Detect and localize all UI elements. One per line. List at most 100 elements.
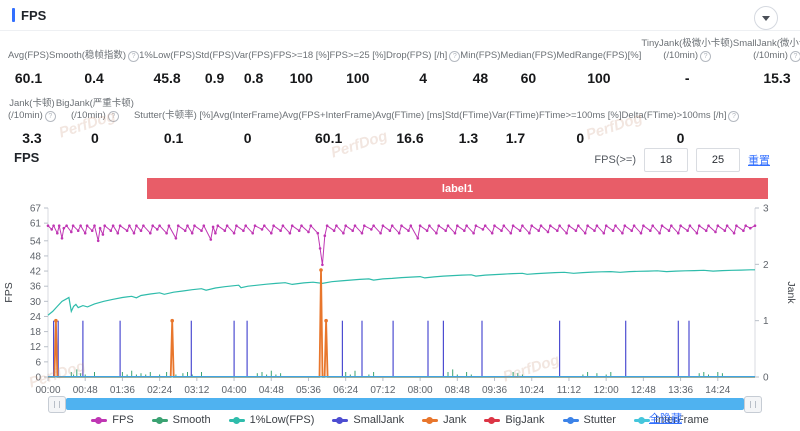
stat-smooth: Smooth(稳帧指数)? 0.4 bbox=[49, 36, 139, 86]
stat-label: 1%Low(FPS) bbox=[139, 50, 195, 62]
stat-medrange-fps: MedRange(FPS)[%] 100 bbox=[556, 36, 641, 86]
stat-bigjank: BigJank(严重卡顿) (/10min)? 0 bbox=[56, 96, 134, 146]
help-icon[interactable]: ? bbox=[108, 111, 119, 122]
stat-sub: (/10min) bbox=[71, 110, 106, 122]
stat-label: SmallJank(微小卡顿) bbox=[733, 38, 800, 50]
fps-threshold-input-1[interactable] bbox=[644, 148, 688, 172]
svg-text:61: 61 bbox=[30, 219, 42, 230]
legend-swatch bbox=[422, 419, 438, 422]
legend-swatch bbox=[484, 419, 500, 422]
stat-drop-fps: Drop(FPS) [/h]? 4 bbox=[386, 36, 460, 86]
hide-all-link[interactable]: 全隐藏 bbox=[649, 410, 682, 426]
stat-label: Var(FPS) bbox=[234, 50, 273, 62]
legend-item-jank[interactable]: Jank bbox=[422, 414, 466, 426]
stat-avg-ftime: Avg(FTime) [ms] 16.6 bbox=[375, 96, 445, 146]
legend-item-stutter[interactable]: Stutter bbox=[563, 414, 616, 426]
stat-label: Std(FPS) bbox=[195, 50, 234, 62]
stat-label: FPS>=25 [%] bbox=[330, 50, 387, 62]
legend-label: BigJank bbox=[505, 414, 544, 426]
stat-value: 0 bbox=[244, 130, 252, 146]
help-icon[interactable]: ? bbox=[45, 111, 56, 122]
stat-label: Avg(InterFrame) bbox=[213, 110, 282, 122]
stat-value: 0.4 bbox=[84, 70, 103, 86]
panel-header: FPS bbox=[0, 0, 800, 30]
svg-text:1: 1 bbox=[763, 316, 769, 327]
legend-swatch bbox=[634, 419, 650, 422]
stat-var-fps: Var(FPS) 0.8 bbox=[234, 36, 273, 86]
stats-row-1: Avg(FPS) 60.1 Smooth(稳帧指数)? 0.4 1%Low(FP… bbox=[8, 36, 770, 86]
stat-value: 60.1 bbox=[315, 130, 342, 146]
svg-text:FPS: FPS bbox=[3, 282, 15, 302]
perfdog-fps-panel: FPS Avg(FPS) 60.1 Smooth(稳帧指数)? 0.4 1%Lo… bbox=[0, 0, 800, 431]
legend-item-1-low-fps-[interactable]: 1%Low(FPS) bbox=[229, 414, 315, 426]
stat-sub: (/10min) bbox=[663, 50, 698, 62]
svg-text:13:36: 13:36 bbox=[668, 385, 693, 396]
stat-var-ftime: Var(FTime) 1.7 bbox=[492, 96, 539, 146]
legend-item-bigjank[interactable]: BigJank bbox=[484, 414, 544, 426]
scrollbar-track[interactable] bbox=[66, 398, 744, 410]
stat-value: - bbox=[685, 70, 690, 86]
stat-jank: Jank(卡顿) (/10min)? 3.3 bbox=[8, 96, 56, 146]
svg-text:11:12: 11:12 bbox=[557, 385, 582, 396]
fps-threshold-input-2[interactable] bbox=[696, 148, 740, 172]
stat-avg-fps-interframe: Avg(FPS+InterFrame) 60.1 bbox=[282, 96, 375, 146]
stat-median-fps: Median(FPS) 60 bbox=[500, 36, 556, 86]
legend-item-fps[interactable]: FPS bbox=[91, 414, 133, 426]
reset-link[interactable]: 重置 bbox=[748, 152, 770, 168]
stat-value: 3.3 bbox=[22, 130, 41, 146]
panel-title: FPS bbox=[21, 8, 46, 23]
legend-swatch bbox=[152, 419, 168, 422]
help-icon[interactable]: ? bbox=[128, 51, 139, 62]
svg-text:06:24: 06:24 bbox=[333, 385, 358, 396]
stat-min-fps: Min(FPS) 48 bbox=[460, 36, 500, 86]
stat-value: 48 bbox=[473, 70, 489, 86]
stat-label: FPS>=18 [%] bbox=[273, 50, 330, 62]
legend-label: SmallJank bbox=[353, 414, 404, 426]
legend-swatch bbox=[332, 419, 348, 422]
svg-text:3: 3 bbox=[763, 204, 769, 215]
stat-label: MedRange(FPS)[%] bbox=[556, 50, 641, 62]
stat-label: Smooth(稳帧指数) bbox=[49, 50, 126, 62]
stat-label: Delta(FTime)>100ms [/h] bbox=[622, 110, 727, 122]
stats-row-2: Jank(卡顿) (/10min)? 3.3 BigJank(严重卡顿) (/1… bbox=[8, 96, 770, 146]
svg-text:0: 0 bbox=[35, 373, 41, 384]
stat-avg-interframe: Avg(InterFrame) 0 bbox=[213, 96, 282, 146]
legend-swatch bbox=[91, 419, 107, 422]
svg-text:03:12: 03:12 bbox=[184, 385, 209, 396]
chevron-down-icon bbox=[762, 16, 770, 21]
svg-text:12:48: 12:48 bbox=[631, 385, 656, 396]
legend-item-smooth[interactable]: Smooth bbox=[152, 414, 211, 426]
svg-text:48: 48 bbox=[30, 251, 42, 262]
legend-swatch bbox=[563, 419, 579, 422]
svg-text:12:00: 12:00 bbox=[594, 385, 619, 396]
svg-text:00:00: 00:00 bbox=[35, 385, 60, 396]
stat-label: Drop(FPS) [/h] bbox=[386, 50, 447, 62]
legend-label: FPS bbox=[112, 414, 133, 426]
svg-text:42: 42 bbox=[30, 267, 42, 278]
legend-label: Smooth bbox=[173, 414, 211, 426]
help-icon[interactable]: ? bbox=[728, 111, 739, 122]
stat-tinyjank: TinyJank(极微小卡顿) (/10min)? - bbox=[641, 36, 733, 86]
stat-label: Stutter(卡顿率) [%] bbox=[134, 110, 213, 122]
fps-threshold-label: FPS(>=) bbox=[594, 154, 636, 166]
legend-label: Jank bbox=[443, 414, 466, 426]
annotation-band[interactable]: label1 bbox=[147, 178, 768, 199]
stat-value: 1.3 bbox=[459, 130, 478, 146]
stat-value: 100 bbox=[587, 70, 610, 86]
help-icon[interactable]: ? bbox=[700, 51, 711, 62]
collapse-button[interactable] bbox=[754, 6, 778, 30]
svg-text:01:36: 01:36 bbox=[110, 385, 135, 396]
stat-value: 45.8 bbox=[153, 70, 180, 86]
stat-std-fps: Std(FPS) 0.9 bbox=[195, 36, 234, 86]
stat-value: 0.9 bbox=[205, 70, 224, 86]
svg-text:05:36: 05:36 bbox=[296, 385, 321, 396]
stat-value: 100 bbox=[346, 70, 369, 86]
help-icon[interactable]: ? bbox=[449, 51, 460, 62]
stat-label: Median(FPS) bbox=[500, 50, 556, 62]
legend-item-smalljank[interactable]: SmallJank bbox=[332, 414, 404, 426]
svg-text:07:12: 07:12 bbox=[370, 385, 395, 396]
fps-chart[interactable]: 6761544842363024181260321000:0000:4801:3… bbox=[0, 200, 800, 396]
help-icon[interactable]: ? bbox=[790, 51, 800, 62]
stat-ftime-ge-100ms: FTime>=100ms [%] 0 bbox=[539, 96, 622, 146]
fps-threshold-controls: FPS(>=) 重置 bbox=[594, 148, 770, 172]
